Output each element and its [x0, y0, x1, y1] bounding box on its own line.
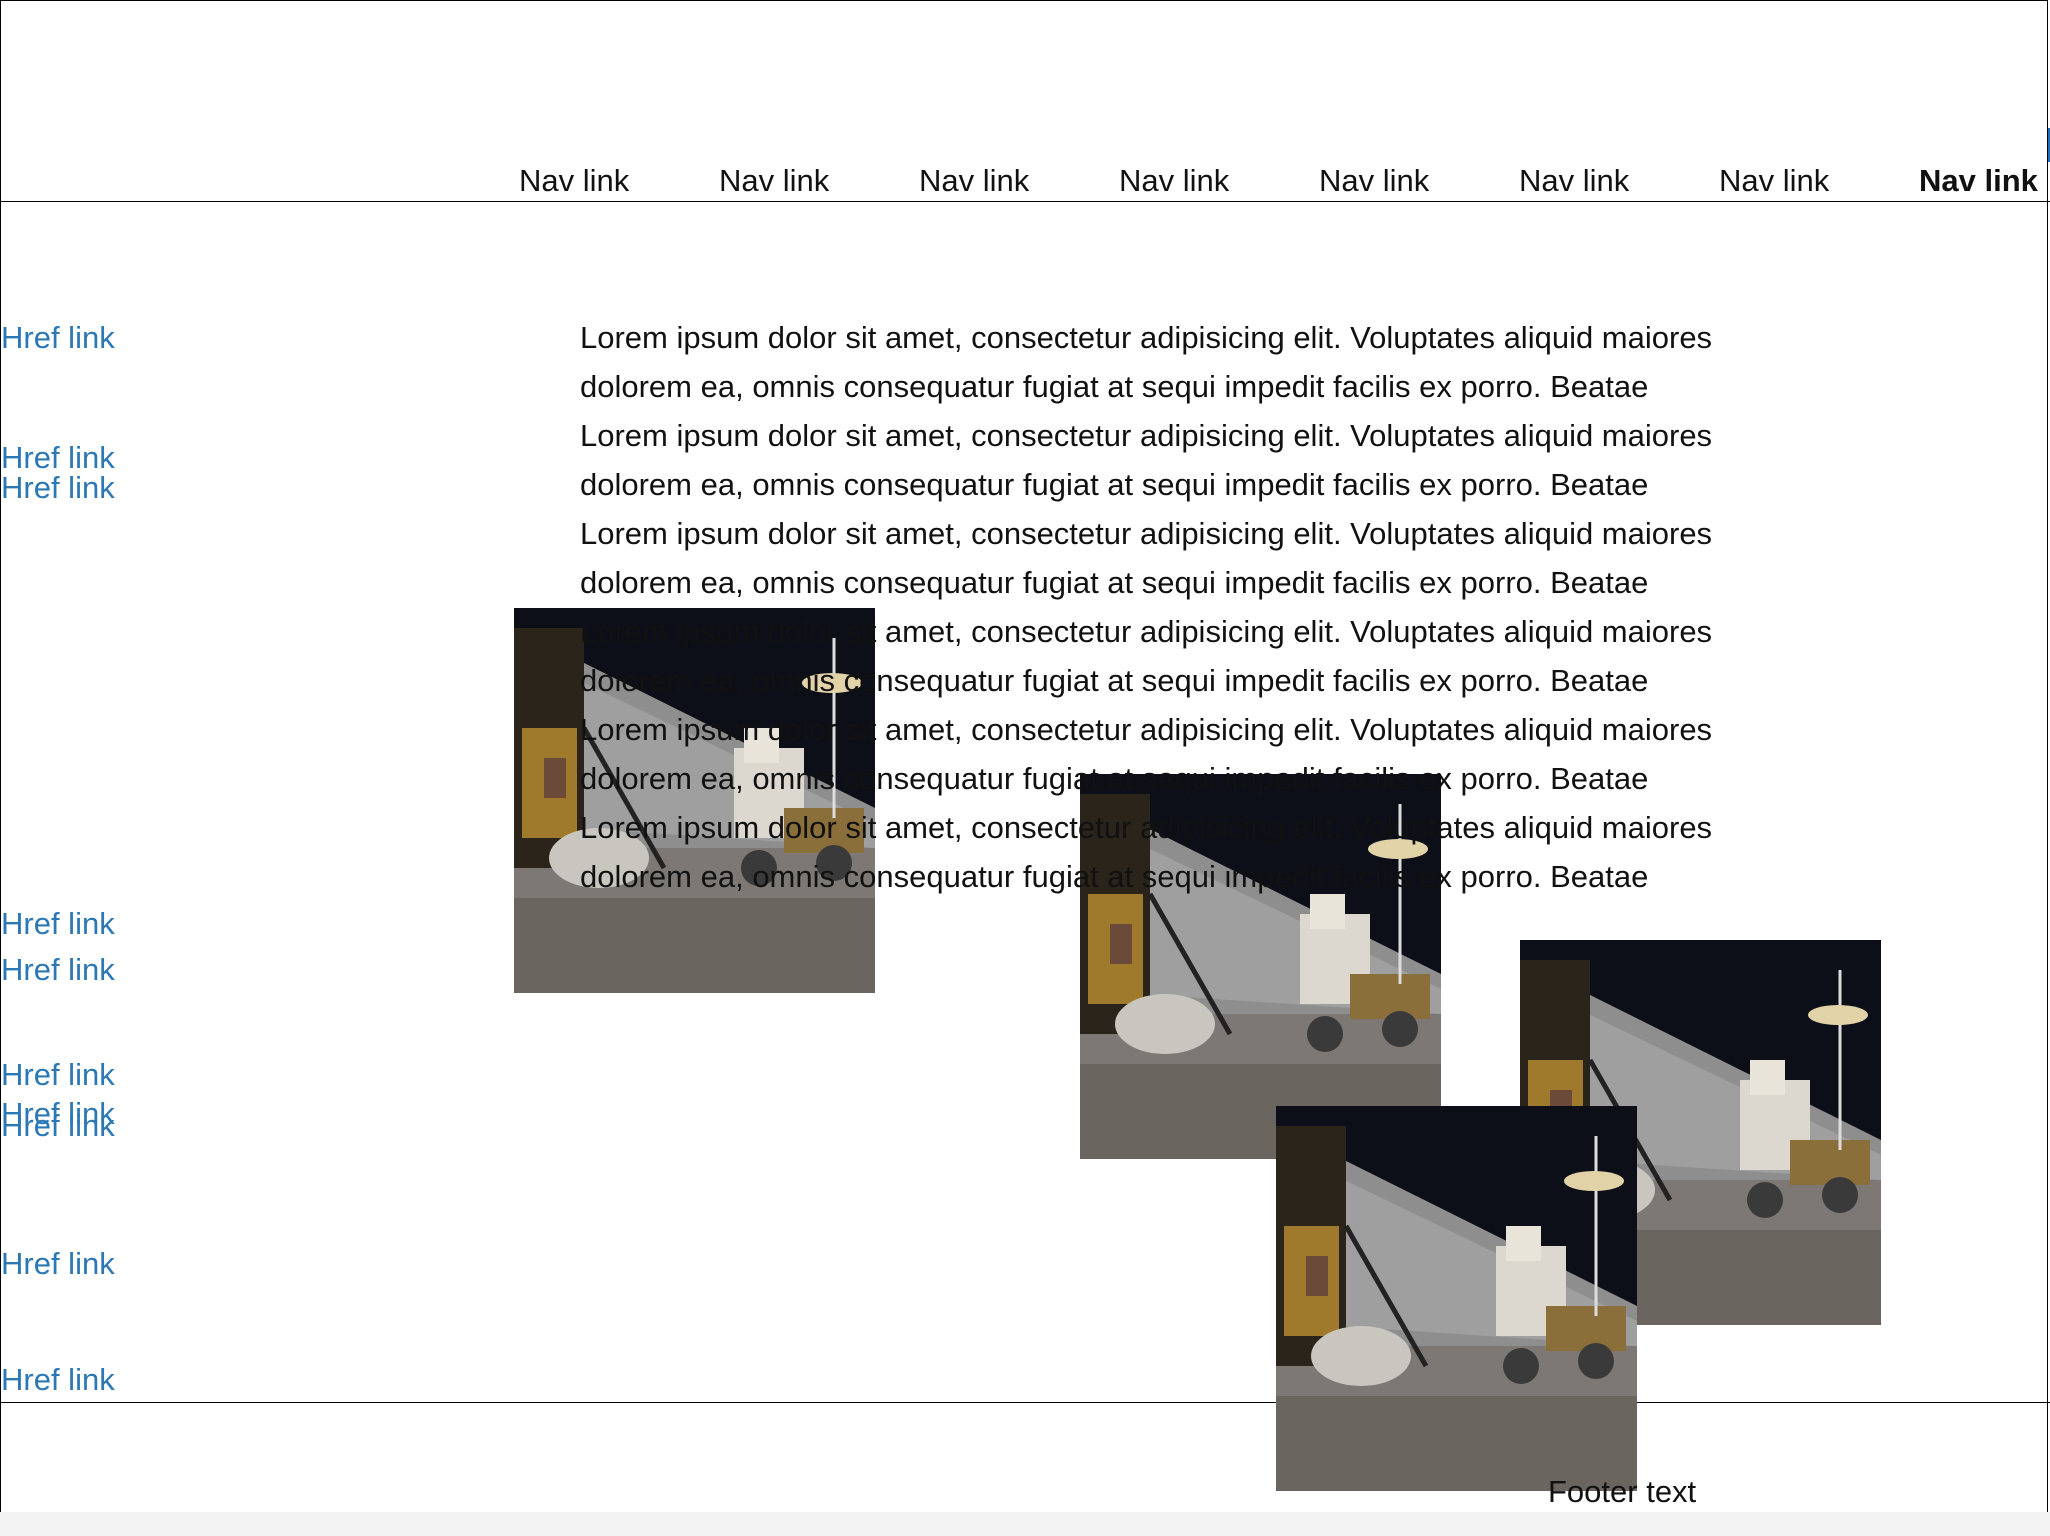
paragraph-line: Lorem ipsum dolor sit amet, consectetur … — [580, 712, 1713, 747]
paragraph-line: Lorem ipsum dolor sit amet, consectetur … — [580, 614, 1713, 649]
nav-link-7[interactable]: Nav link — [1719, 163, 1829, 199]
footer-text: Footer text — [1548, 1474, 1697, 1509]
sidebar-link[interactable]: Href link — [1, 470, 115, 506]
nav-link-2[interactable]: Nav link — [719, 163, 829, 199]
paragraph-line: dolorem ea, omnis consequatur fugiat at … — [580, 565, 1649, 600]
bottom-strip — [0, 1512, 2050, 1536]
paragraph-line: dolorem ea, omnis consequatur fugiat at … — [580, 859, 1649, 894]
nav-link-4[interactable]: Nav link — [1119, 163, 1229, 199]
paragraph-line: Lorem ipsum dolor sit amet, consectetur … — [580, 516, 1713, 551]
nav-link-3[interactable]: Nav link — [919, 163, 1029, 199]
paragraph-line: Lorem ipsum dolor sit amet, consectetur … — [580, 810, 1713, 845]
sidebar-link[interactable]: Href link — [1, 906, 115, 942]
sidebar-link[interactable]: Href link — [1, 1246, 115, 1282]
site-header: Nav link Nav link Nav link Nav link Nav … — [0, 0, 2050, 202]
nav-link-8-active[interactable]: Nav link — [1919, 163, 2038, 199]
sidebar-link[interactable]: Href link — [1, 1108, 115, 1144]
sidebar-link[interactable]: Href link — [1, 1362, 115, 1398]
paragraph-line: dolorem ea, omnis consequatur fugiat at … — [580, 467, 1649, 502]
sidebar-link[interactable]: Href link — [1, 952, 115, 988]
paragraph-line: dolorem ea, omnis consequatur fugiat at … — [580, 369, 1649, 404]
nav-link-5[interactable]: Nav link — [1319, 163, 1429, 199]
paragraph-line: Lorem ipsum dolor sit amet, consectetur … — [580, 320, 1713, 355]
paragraph-line: dolorem ea, omnis consequatur fugiat at … — [580, 663, 1649, 698]
paragraph-line: dolorem ea, omnis consequatur fugiat at … — [580, 761, 1649, 796]
lunar-rover-photo — [1276, 1106, 1637, 1491]
nav-link-1[interactable]: Nav link — [519, 163, 629, 199]
lunar-scene-graphic — [1276, 1106, 1637, 1491]
sidebar-link[interactable]: Href link — [1, 320, 115, 356]
nav-link-6[interactable]: Nav link — [1519, 163, 1629, 199]
footer-divider — [0, 1402, 2050, 1403]
paragraph-line: Lorem ipsum dolor sit amet, consectetur … — [580, 418, 1713, 453]
sidebar-link[interactable]: Href link — [1, 1057, 115, 1093]
